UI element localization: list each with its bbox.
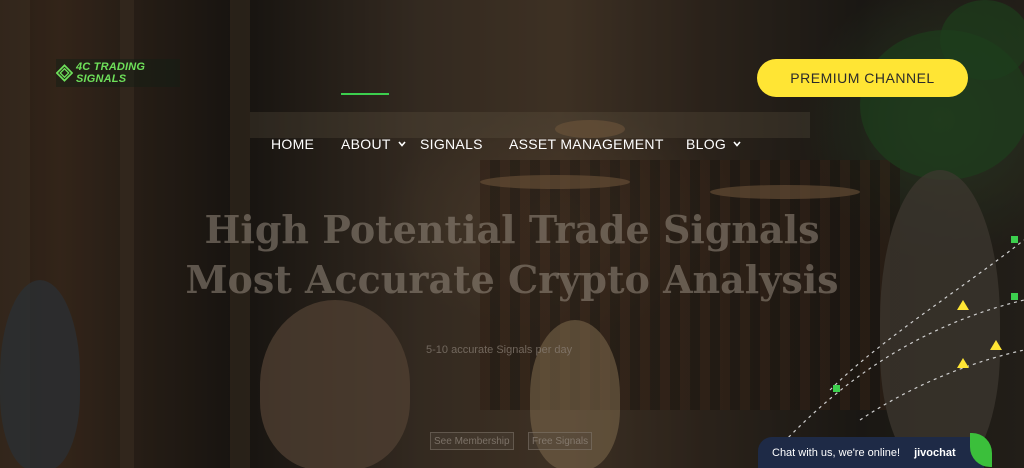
hero-subline: 5-10 accurate Signals per day	[426, 344, 573, 356]
chat-label: Chat with us, we're online!	[772, 446, 901, 459]
nav-item-home[interactable]: HOME	[271, 136, 314, 152]
nav-item-asset-management[interactable]: ASSET MANAGEMENT	[509, 136, 664, 152]
brand-logo[interactable]: 4C TRADING SIGNALS	[56, 59, 180, 87]
free-signals-button[interactable]: Free Signals	[528, 432, 593, 450]
hero-headline-line2: Most Accurate Crypto Analysis	[185, 257, 839, 302]
active-nav-indicator	[341, 93, 389, 95]
nav-label: HOME	[271, 136, 315, 152]
chevron-down-icon	[733, 141, 741, 147]
nav-item-about[interactable]: ABOUT	[341, 136, 407, 152]
nav-label: ASSET MANAGEMENT	[509, 136, 664, 152]
brand-logo-text: 4C TRADING SIGNALS	[75, 61, 146, 85]
chat-brand: jivochat	[914, 446, 956, 459]
nav-label: ABOUT	[341, 136, 391, 152]
nav-label: BLOG	[686, 136, 727, 152]
nav-label: SIGNALS	[420, 136, 483, 152]
nav-item-blog[interactable]: BLOG	[686, 136, 742, 152]
logo-mark-icon	[56, 64, 73, 82]
chat-widget[interactable]: Chat with us, we're online! jivochat	[758, 433, 992, 468]
nav-item-signals[interactable]: SIGNALS	[420, 136, 483, 152]
chevron-down-icon	[398, 141, 406, 147]
hero-headline-line1: High Potential Trade Signals	[204, 207, 820, 252]
premium-channel-button[interactable]: PREMIUM CHANNEL	[757, 59, 968, 97]
site-header: 4C TRADING SIGNALS HOME ABOUT SIGNALS AS…	[0, 0, 1024, 152]
see-membership-button[interactable]: See Membership	[430, 432, 514, 450]
